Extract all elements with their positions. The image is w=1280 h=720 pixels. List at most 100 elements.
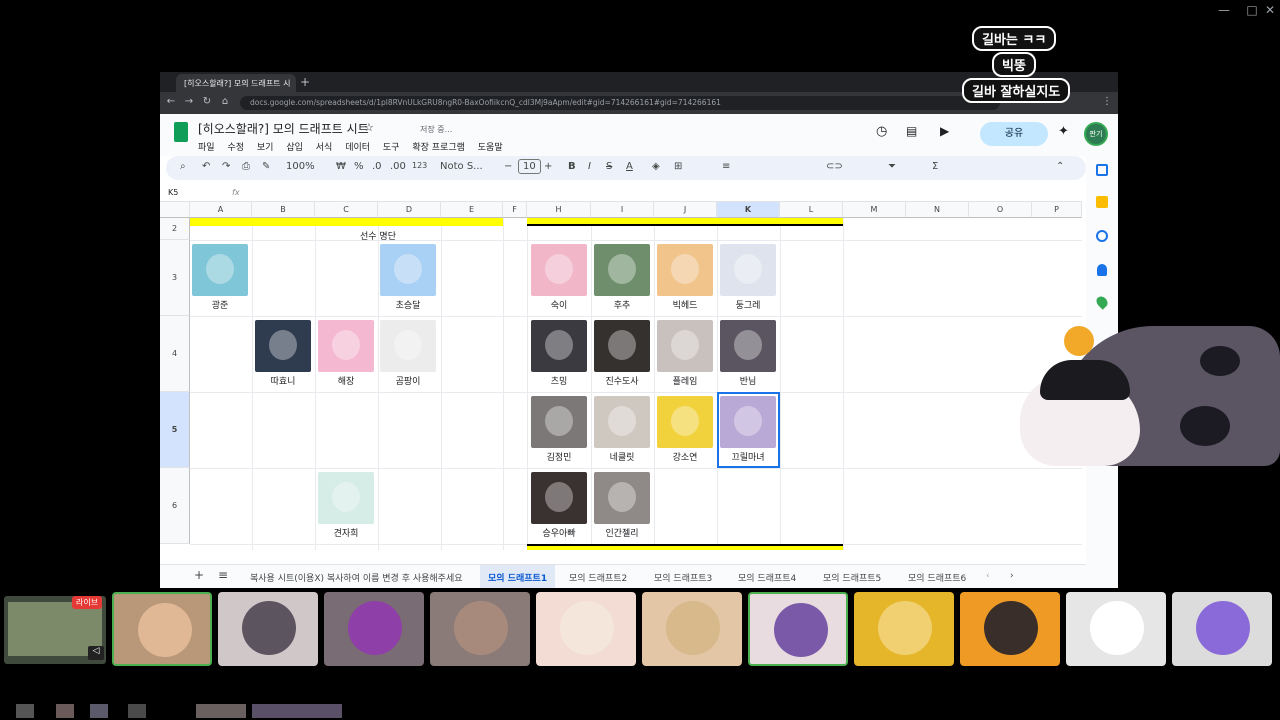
print-icon[interactable]: ⎙ [242,161,250,172]
participant-tile[interactable] [642,592,742,666]
col-header-k[interactable]: K [717,202,780,218]
share-button[interactable]: 공유 [980,122,1048,146]
back-icon[interactable]: ← [164,96,178,107]
menu-data[interactable]: 데이터 [345,143,370,153]
sheet-tab-draft6[interactable]: 모의 드래프트6 [908,571,966,584]
col-header-h[interactable]: H [527,202,591,218]
italic-icon[interactable]: I [588,161,591,172]
menu-edit[interactable]: 수정 [227,143,244,153]
zoom-select[interactable]: 100% [286,161,315,172]
add-sheet-button[interactable]: + [194,568,204,582]
col-header-l[interactable]: L [780,202,843,218]
fill-color-icon[interactable]: ◈ [652,161,660,172]
col-header-n[interactable]: N [906,202,969,218]
filter-icon[interactable]: ⏷ [888,161,896,172]
keep-icon[interactable] [1096,196,1108,208]
menu-view[interactable]: 보기 [257,143,274,153]
col-header-f[interactable]: F [503,202,527,218]
currency-button[interactable]: ₩ [336,161,346,172]
col-header-e[interactable]: E [441,202,503,218]
menu-help[interactable]: 도움말 [478,143,503,153]
col-header-b[interactable]: B [252,202,315,218]
bold-icon[interactable]: B [568,161,576,172]
taskbar-thumb[interactable] [252,704,342,718]
new-tab-button[interactable]: + [300,75,310,89]
row-header-3[interactable]: 3 [160,240,190,316]
col-header-p[interactable]: P [1032,202,1082,218]
participant-tile[interactable] [430,592,530,666]
borders-icon[interactable]: ⊞ [674,161,682,172]
all-sheets-button[interactable]: ≡ [218,568,228,582]
menu-extensions[interactable]: 확장 프로그램 [412,143,465,153]
mute-icon[interactable]: ◁ [88,646,104,660]
col-header-c[interactable]: C [315,202,378,218]
font-size-minus[interactable]: − [504,161,512,172]
strikethrough-icon[interactable]: S [606,161,612,172]
participant-tile[interactable] [960,592,1060,666]
functions-icon[interactable]: Σ [932,161,938,172]
participant-tile[interactable] [854,592,954,666]
browser-tab[interactable]: [히오스할래?] 모의 드래프트 시 [176,74,296,92]
scroll-tabs-left-icon[interactable]: ‹ [986,571,990,581]
text-color-icon[interactable]: A [626,161,633,172]
number-format-button[interactable]: 123 [412,161,427,170]
paint-format-icon[interactable]: ✎ [262,161,270,172]
close-button[interactable]: ✕ [1262,3,1278,17]
align-icon[interactable]: ≡ [722,161,730,172]
participant-tile[interactable] [748,592,848,666]
participant-tile[interactable] [324,592,424,666]
history-icon[interactable]: ◷ [876,124,887,139]
url-field[interactable]: docs.google.com/spreadsheets/d/1pl8RVnUL… [240,96,1000,110]
name-box[interactable]: K5 [168,188,178,197]
menu-tools[interactable]: 도구 [383,143,400,153]
star-icon[interactable]: ☆ [364,121,374,134]
screenshare-thumbnail[interactable]: 라이브 ◁ [4,596,106,664]
link-icon[interactable]: ⊂⊃ [826,161,843,172]
increase-decimal-button[interactable]: .00 [390,161,406,172]
maps-icon[interactable] [1094,294,1110,310]
taskbar-thumb[interactable] [128,704,146,718]
maximize-button[interactable]: □ [1244,3,1260,17]
percent-button[interactable]: % [354,161,364,172]
sheet-tab-draft2[interactable]: 모의 드래프트2 [569,571,627,584]
participant-tile[interactable] [1172,592,1272,666]
participant-tile[interactable] [536,592,636,666]
undo-icon[interactable]: ↶ [202,161,210,172]
col-header-j[interactable]: J [654,202,717,218]
col-header-a[interactable]: A [190,202,252,218]
col-header-d[interactable]: D [378,202,441,218]
col-header-i[interactable]: I [591,202,654,218]
collapse-toolbar-icon[interactable]: ⌃ [1056,161,1064,172]
account-avatar[interactable]: 판기 [1084,122,1108,146]
taskbar-thumb[interactable] [90,704,108,718]
sheet-tab-draft1[interactable]: 모의 드래프트1 [480,565,556,588]
minimize-button[interactable]: — [1216,3,1232,17]
col-header-o[interactable]: O [969,202,1032,218]
taskbar-thumb[interactable] [16,704,34,718]
row-header-2[interactable]: 2 [160,218,190,240]
meet-icon[interactable]: ▶ [940,124,949,138]
participant-tile[interactable] [1066,592,1166,666]
font-size-plus[interactable]: + [544,161,552,172]
font-select[interactable]: Noto S... [440,161,483,172]
font-size-input[interactable]: 10 [518,159,541,174]
participant-tile[interactable] [112,592,212,666]
menu-insert[interactable]: 삽입 [286,143,303,153]
participant-tile[interactable] [218,592,318,666]
row-header-4[interactable]: 4 [160,316,190,392]
taskbar-thumb[interactable] [196,704,246,718]
scroll-tabs-right-icon[interactable]: › [1010,571,1014,581]
menu-file[interactable]: 파일 [198,143,215,153]
calendar-icon[interactable] [1096,164,1108,176]
tasks-icon[interactable] [1096,230,1108,242]
document-title[interactable]: [히오스할래?] 모의 드래프트 시트 [198,120,369,137]
sheet-tab-draft4[interactable]: 모의 드래프트4 [738,571,796,584]
row-header-5[interactable]: 5 [160,392,190,468]
spreadsheet-grid[interactable]: A B C D E F H I J K L M N O P 2 3 4 5 6 [160,202,1082,550]
sheet-tab-draft5[interactable]: 모의 드래프트5 [823,571,881,584]
forward-icon[interactable]: → [182,96,196,107]
col-header-m[interactable]: M [843,202,906,218]
menu-format[interactable]: 서식 [316,143,333,153]
gemini-icon[interactable]: ✦ [1058,124,1069,139]
home-icon[interactable]: ⌂ [218,96,232,107]
